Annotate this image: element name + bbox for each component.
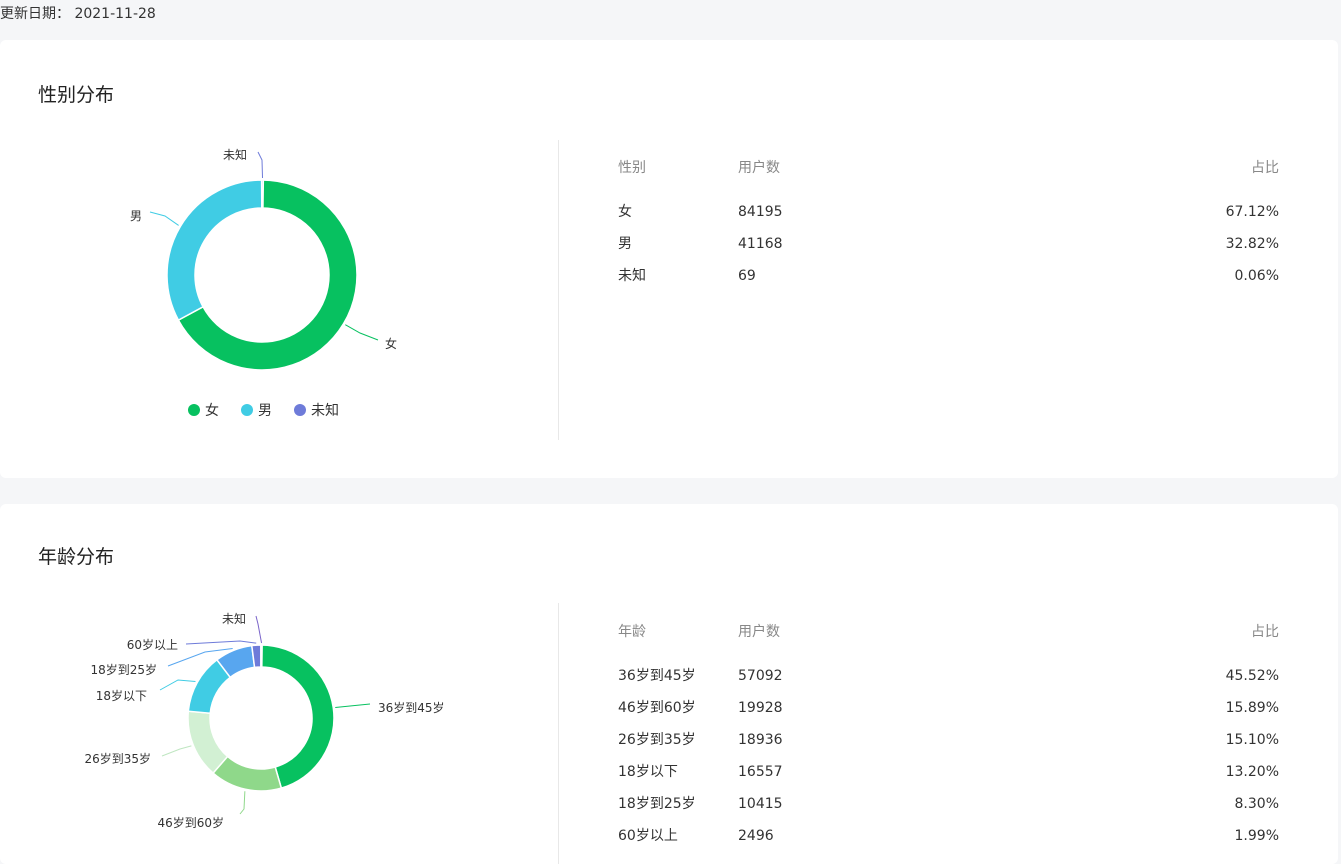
row-count: 84195 (738, 204, 783, 220)
row-pct: 45.52% (1225, 668, 1279, 684)
donut-slice[interactable] (260, 179, 265, 209)
row-name: 18岁到25岁 (618, 796, 696, 812)
label-line (159, 679, 196, 691)
row-name: 36岁到45岁 (618, 668, 696, 684)
row-count: 41168 (738, 236, 783, 252)
gender-donut-chart: 女 男 未知 (130, 148, 397, 371)
label-line (335, 703, 371, 708)
slice-label: 26岁到35岁 (84, 751, 151, 766)
legend-item-unknown[interactable]: 未知 (294, 400, 339, 420)
slice-label: 未知 (223, 148, 247, 162)
table-row: 未知 69 0.06% (618, 268, 1279, 300)
row-pct: 67.12% (1225, 204, 1279, 220)
legend-dot (294, 404, 306, 416)
table-row: 46岁到60岁 19928 15.89% (618, 700, 1279, 732)
donut-slice[interactable] (166, 179, 263, 322)
legend-item-female[interactable]: 女 (188, 400, 219, 420)
label-line (257, 151, 264, 179)
slice-label: 18岁到25岁 (90, 662, 157, 677)
label-line (161, 745, 192, 757)
table-row: 男 41168 32.82% (618, 236, 1279, 268)
row-name: 18岁以下 (618, 764, 678, 780)
row-count: 2496 (738, 828, 774, 844)
row-name: 46岁到60岁 (618, 700, 696, 716)
table-row: 60岁以上 2496 1.99% (618, 828, 1279, 860)
slice-label: 46岁到60岁 (157, 815, 224, 830)
update-date-label: 更新日期： (0, 6, 70, 22)
row-count: 19928 (738, 700, 783, 716)
row-pct: 32.82% (1225, 236, 1279, 252)
label-line (185, 640, 257, 645)
row-count: 57092 (738, 668, 783, 684)
row-count: 18936 (738, 732, 783, 748)
row-name: 未知 (618, 268, 646, 284)
row-pct: 15.10% (1225, 732, 1279, 748)
donut-slice[interactable] (260, 644, 335, 790)
legend-dot (188, 404, 200, 416)
age-distribution-card: 年龄分布 36岁到45岁 46岁到60岁 26岁到35岁 18岁以下 18岁到25岁 60… (0, 504, 1338, 864)
row-count: 69 (738, 268, 756, 284)
table-row: 26岁到35岁 18936 15.10% (618, 732, 1279, 764)
table-row: 女 84195 67.12% (618, 204, 1279, 236)
table-header: 年龄 用户数 占比 (618, 624, 1279, 668)
slice-label: 18岁以下 (96, 688, 147, 703)
update-date: 更新日期： 2021-11-28 (0, 3, 156, 23)
label-line (149, 211, 179, 226)
legend-label: 男 (258, 403, 272, 419)
row-pct: 13.20% (1225, 764, 1279, 780)
legend-item-male[interactable]: 男 (241, 400, 272, 420)
header-users: 用户数 (738, 624, 780, 640)
header-age: 年龄 (618, 624, 646, 640)
row-count: 16557 (738, 764, 783, 780)
section-divider (558, 603, 559, 864)
row-pct: 15.89% (1225, 700, 1279, 716)
gender-distribution-card: 性别分布 女男未知 女 男 未知 性别 用户数 占比 女 84195 67.12… (0, 40, 1338, 478)
table-header: 性别 用户数 占比 (618, 160, 1279, 204)
row-name: 男 (618, 236, 632, 252)
legend-label: 未知 (311, 403, 339, 419)
section-divider (558, 140, 559, 440)
table-row: 18岁以下 16557 13.20% (618, 764, 1279, 796)
donut-slice[interactable] (187, 710, 229, 775)
table-row: 18岁到25岁 10415 8.30% (618, 796, 1279, 828)
row-pct: 8.30% (1234, 796, 1279, 812)
header-ratio: 占比 (1251, 624, 1279, 640)
label-line (345, 324, 379, 341)
label-line (255, 615, 263, 644)
row-name: 26岁到35岁 (618, 732, 696, 748)
legend-dot (241, 404, 253, 416)
gender-legend: 女 男 未知 (188, 400, 361, 420)
gender-table: 性别 用户数 占比 女 84195 67.12% 男 41168 32.82% … (618, 160, 1279, 300)
row-pct: 1.99% (1234, 828, 1279, 844)
slice-label: 36岁到45岁 (378, 700, 445, 715)
age-table: 年龄 用户数 占比 36岁到45岁 57092 45.52% 46岁到60岁 1… (618, 624, 1279, 860)
header-gender: 性别 (618, 160, 646, 176)
slice-label: 女 (385, 336, 397, 351)
slice-label: 60岁以上 (127, 637, 178, 652)
slice-label: 男 (130, 209, 142, 223)
row-name: 女 (618, 204, 632, 220)
legend-label: 女 (205, 403, 219, 419)
update-date-value: 2021-11-28 (74, 6, 156, 22)
header-users: 用户数 (738, 160, 780, 176)
slice-label: 未知 (222, 612, 246, 626)
row-name: 60岁以上 (618, 828, 678, 844)
label-line (239, 791, 246, 815)
donut-slice[interactable] (260, 644, 263, 668)
age-donut-chart: 36岁到45岁 46岁到60岁 26岁到35岁 18岁以下 18岁到25岁 60岁以上 未知 (84, 612, 445, 830)
row-pct: 0.06% (1234, 268, 1279, 284)
row-count: 10415 (738, 796, 783, 812)
header-ratio: 占比 (1251, 160, 1279, 176)
table-row: 36岁到45岁 57092 45.52% (618, 668, 1279, 700)
